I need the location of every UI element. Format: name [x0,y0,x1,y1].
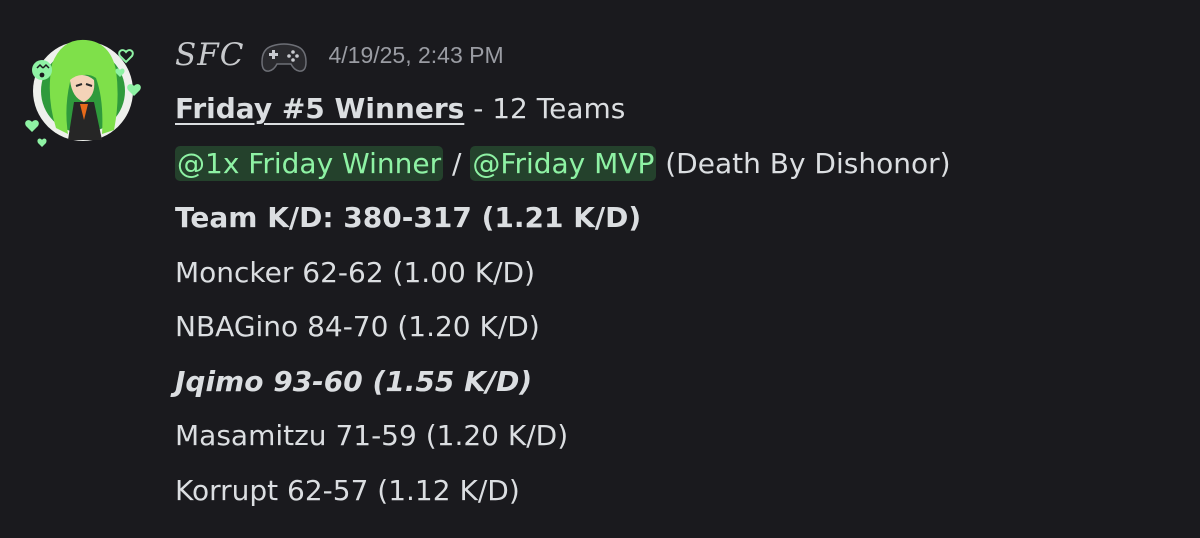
mention-separator: / [443,146,471,180]
player-line: Moncker 62-62 (1.00 K/D) [175,255,535,289]
title-suffix: - 12 Teams [464,92,626,125]
role-mention-friday-winner[interactable]: @1x Friday Winner [175,145,444,181]
anime-character-avatar-icon [25,39,141,147]
timestamp: 4/19/25, 2:43 PM [328,41,504,68]
message-header: SFC 4/19/25, 2:43 PM [175,30,504,80]
player-line: Masamitzu 71-59 (1.20 K/D) [175,419,569,452]
mentions-line: @1x Friday Winner / @Friday MVP (Death B… [175,137,951,192]
role-mention-friday-mvp[interactable]: @Friday MVP [470,145,657,181]
player-line: Korrupt 62-57 (1.12 K/D) [175,473,520,507]
player-line: NBAGino 84-70 (1.20 K/D) [175,310,540,343]
mvp-note: (Death By Dishonor) [656,146,951,180]
message-title: Friday #5 Winners [175,92,465,125]
message-content: Friday #5 Winners - 12 Teams @1x Friday … [175,82,951,518]
username[interactable]: SFC [175,37,244,73]
avatar[interactable] [22,30,144,152]
chat-message: SFC 4/19/25, 2:43 PM Friday #5 Winners -… [0,0,1200,538]
team-kd-line: Team K/D: 380-317 (1.21 K/D) [175,201,642,234]
game-controller-icon [261,43,308,72]
player-line-highlighted: Jqimo 93-60 (1.55 K/D) [175,364,533,398]
title-line: Friday #5 Winners - 12 Teams [175,82,951,137]
